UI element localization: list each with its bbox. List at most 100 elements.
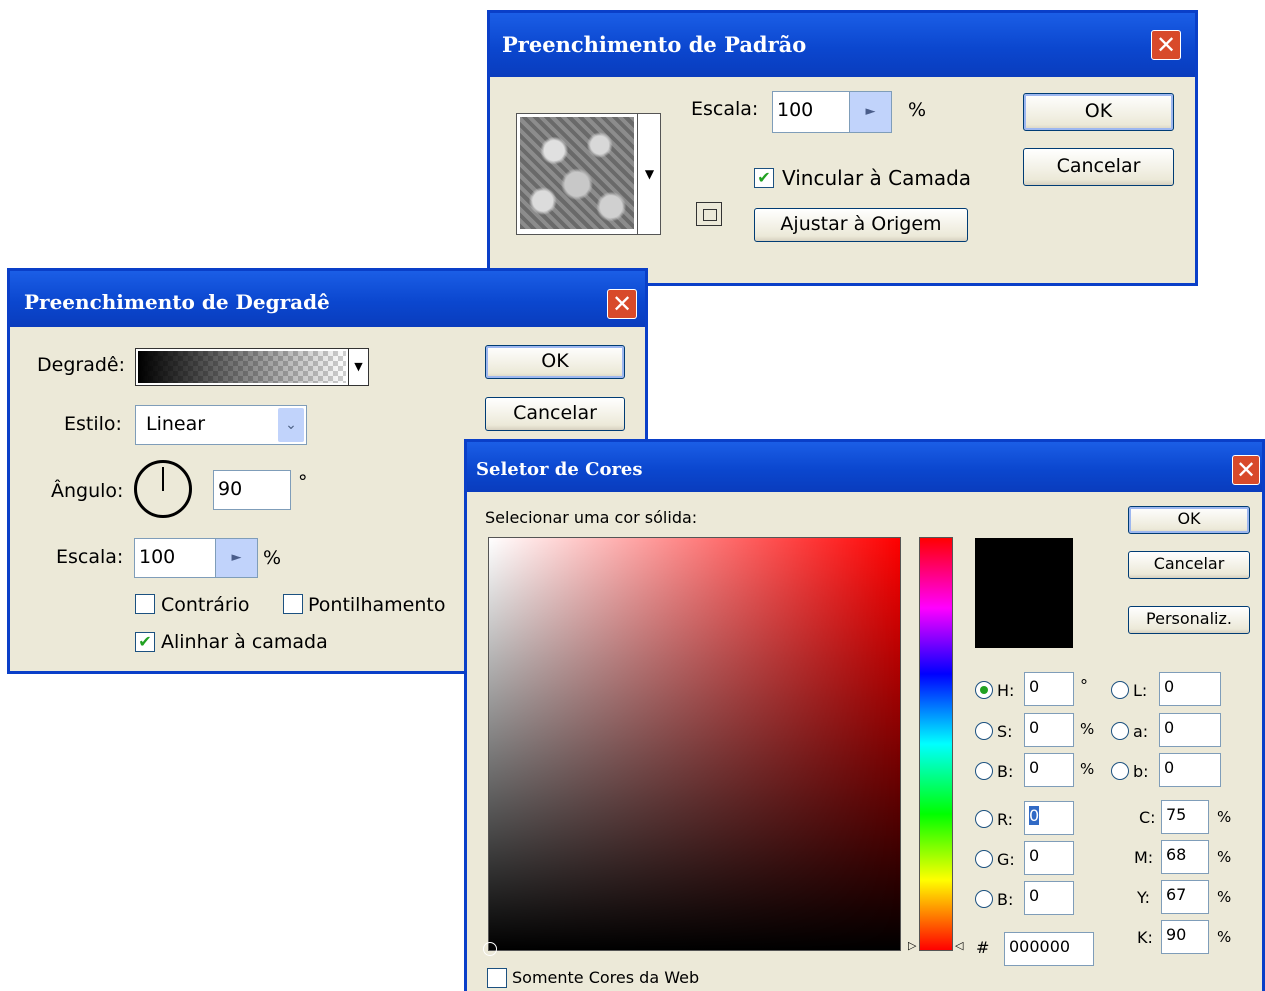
gradient-fill-close-button[interactable]: ✕ <box>607 289 637 319</box>
pattern-scale-unit: % <box>908 99 927 121</box>
pattern-fill-title: Preenchimento de Padrão <box>502 32 807 57</box>
style-dropdown-chevron-icon[interactable]: ⌄ <box>278 408 304 442</box>
hue-input[interactable]: 0 <box>1024 672 1074 706</box>
dither-checkbox[interactable] <box>283 594 303 614</box>
pattern-cancel-button[interactable]: Cancelar <box>1023 148 1174 186</box>
brightness-unit: % <box>1080 760 1095 778</box>
gradient-scale-slider-arrow-icon[interactable]: ► <box>215 539 257 577</box>
snap-to-origin-button[interactable]: Ajustar à Origem <box>754 208 968 242</box>
pattern-preview <box>520 117 634 229</box>
lab-a-label: a: <box>1133 722 1149 741</box>
green-radio[interactable] <box>975 850 993 868</box>
hue-slider-left-arrow-icon[interactable]: ▷ <box>908 939 916 952</box>
pattern-fill-close-button[interactable]: ✕ <box>1151 30 1181 60</box>
red-input[interactable]: 0 <box>1024 801 1074 835</box>
black-input[interactable]: 90 <box>1161 920 1209 954</box>
saturation-radio[interactable] <box>975 722 993 740</box>
link-layer-label: Vincular à Camada <box>782 166 972 190</box>
color-picker-close-button[interactable]: ✕ <box>1232 455 1260 485</box>
angle-unit: ° <box>298 471 308 493</box>
blue-label: B: <box>997 890 1014 909</box>
lab-b-radio[interactable] <box>1111 762 1129 780</box>
color-field-marker <box>483 942 497 956</box>
saturation-label: S: <box>997 722 1013 741</box>
lab-b-input[interactable]: 0 <box>1159 753 1221 787</box>
pattern-scale-label: Escala: <box>691 98 759 120</box>
green-input[interactable]: 0 <box>1024 841 1074 875</box>
selected-color-preview <box>975 538 1073 648</box>
color-picker-prompt: Selecionar uma cor sólida: <box>485 508 698 527</box>
style-label: Estilo: <box>64 413 122 435</box>
yellow-input[interactable]: 67 <box>1161 880 1209 914</box>
dither-label: Pontilhamento <box>308 594 446 616</box>
yellow-label: Y: <box>1137 888 1151 907</box>
lab-b-label: b: <box>1133 762 1149 781</box>
gradient-swatch-picker[interactable]: ▼ <box>135 348 369 386</box>
gradient-cancel-button[interactable]: Cancelar <box>485 397 625 431</box>
hex-input[interactable]: 000000 <box>1004 932 1094 966</box>
cyan-unit: % <box>1217 808 1232 826</box>
color-ok-button[interactable]: OK <box>1128 506 1250 534</box>
pattern-fill-titlebar[interactable]: Preenchimento de Padrão ✕ <box>490 13 1195 77</box>
color-field[interactable] <box>483 537 901 956</box>
gradient-label: Degradê: <box>37 354 125 376</box>
style-select[interactable]: Linear ⌄ <box>135 405 307 445</box>
brightness-radio[interactable] <box>975 762 993 780</box>
web-colors-only-checkbox[interactable] <box>487 968 507 988</box>
color-picker-dialog: Seletor de Cores ✕ Selecionar uma cor só… <box>464 439 1265 991</box>
hue-radio[interactable] <box>975 681 993 699</box>
magenta-input[interactable]: 68 <box>1161 840 1209 874</box>
align-layer-checkbox[interactable]: ✔ <box>135 632 155 652</box>
gradient-ok-button[interactable]: OK <box>485 345 625 379</box>
red-radio[interactable] <box>975 810 993 828</box>
link-layer-checkbox[interactable]: ✔ <box>754 168 774 188</box>
pattern-ok-button[interactable]: OK <box>1023 93 1174 131</box>
reverse-checkbox[interactable] <box>135 594 155 614</box>
red-label: R: <box>997 810 1014 829</box>
angle-input[interactable]: 90 <box>213 470 291 510</box>
gradient-fill-title: Preenchimento de Degradê <box>24 290 330 314</box>
saturation-input[interactable]: 0 <box>1024 713 1074 747</box>
blue-input[interactable]: 0 <box>1024 881 1074 915</box>
hue-slider-right-arrow-icon[interactable]: ◁ <box>955 939 963 952</box>
black-unit: % <box>1217 928 1232 946</box>
lab-l-input[interactable]: 0 <box>1159 672 1221 706</box>
gradient-fill-titlebar[interactable]: Preenchimento de Degradê ✕ <box>10 271 645 327</box>
color-picker-titlebar[interactable]: Seletor de Cores ✕ <box>467 442 1262 492</box>
gradient-scale-unit: % <box>263 547 282 569</box>
custom-colors-button[interactable]: Personaliz. <box>1128 606 1250 634</box>
color-picker-title: Seletor de Cores <box>476 459 643 480</box>
lab-a-input[interactable]: 0 <box>1159 713 1221 747</box>
hue-slider[interactable] <box>919 537 953 951</box>
magenta-unit: % <box>1217 848 1232 866</box>
new-preset-icon[interactable] <box>696 202 722 226</box>
blue-radio[interactable] <box>975 890 993 908</box>
green-label: G: <box>997 850 1015 869</box>
gradient-dropdown-arrow-icon[interactable]: ▼ <box>348 349 368 385</box>
hue-unit: ° <box>1080 676 1088 695</box>
magenta-label: M: <box>1134 848 1154 867</box>
gradient-scale-label: Escala: <box>56 546 124 568</box>
pattern-scale-input[interactable]: 100 ► <box>772 91 892 133</box>
cyan-label: C: <box>1139 808 1156 827</box>
pattern-dropdown-arrow-icon[interactable]: ▼ <box>637 114 661 234</box>
lab-a-radio[interactable] <box>1111 722 1129 740</box>
reverse-label: Contrário <box>161 594 250 616</box>
yellow-unit: % <box>1217 888 1232 906</box>
black-label: K: <box>1137 928 1153 947</box>
hex-label: # <box>976 938 990 957</box>
saturation-unit: % <box>1080 720 1095 738</box>
lab-l-label: L: <box>1133 681 1148 700</box>
gradient-scale-input[interactable]: 100 ► <box>134 538 258 578</box>
lab-l-radio[interactable] <box>1111 681 1129 699</box>
pattern-fill-dialog: Preenchimento de Padrão ✕ ▼ Escala: 100 … <box>487 10 1198 286</box>
gradient-preview <box>138 351 346 383</box>
brightness-input[interactable]: 0 <box>1024 753 1074 787</box>
angle-dial[interactable] <box>134 460 192 518</box>
color-cancel-button[interactable]: Cancelar <box>1128 551 1250 579</box>
angle-dial-needle <box>162 467 164 491</box>
pattern-scale-slider-arrow-icon[interactable]: ► <box>849 92 891 132</box>
hue-label: H: <box>997 681 1015 700</box>
cyan-input[interactable]: 75 <box>1161 800 1209 834</box>
pattern-swatch-picker[interactable]: ▼ <box>516 113 661 235</box>
